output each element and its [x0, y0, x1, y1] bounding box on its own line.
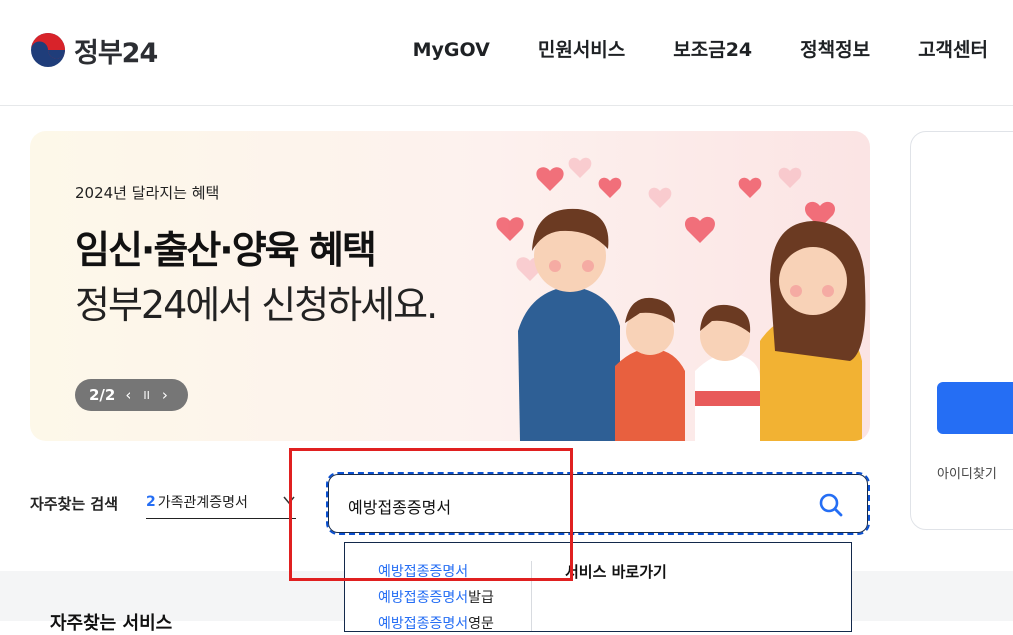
banner-pause-button[interactable]: II	[143, 389, 150, 402]
frequent-search-label: 자주찾는 검색	[30, 495, 119, 513]
frequent-search-select[interactable]: 2 가족관계증명서	[146, 485, 296, 519]
nav-item-customer-center[interactable]: 고객센터	[918, 38, 988, 62]
suggestion-rest: 발급	[468, 590, 494, 606]
chevron-down-icon	[283, 496, 295, 505]
nav-item-mygov[interactable]: MyGOV	[413, 38, 490, 62]
search-box	[326, 472, 870, 535]
frequent-search-rank: 2	[146, 493, 156, 510]
suggestion-match: 예방접종증명서	[378, 564, 469, 580]
banner-description: 정부24에서 신청하세요.	[75, 283, 438, 327]
nav-item-policy-info[interactable]: 정책정보	[800, 38, 870, 62]
nav-item-civil-service[interactable]: 민원서비스	[538, 38, 625, 62]
nav-item-subsidy24[interactable]: 보조금24	[673, 38, 752, 62]
frequent-search-term: 가족관계증명서	[157, 494, 248, 511]
suggestion-match: 예방접종증명서	[378, 590, 469, 606]
suggestion-item[interactable]: 예방접종증명서	[378, 561, 468, 581]
gov24-logo[interactable]: 정부24	[30, 30, 158, 70]
family-illustration	[496, 157, 866, 441]
suggestion-rest: 영문	[468, 616, 494, 632]
banner-pager: 2/2	[89, 386, 116, 404]
banner-next-button[interactable]: ›	[162, 386, 168, 404]
find-id-link[interactable]: 아이디찾기	[937, 463, 997, 482]
suggestion-match: 예방접종증명서	[378, 616, 469, 632]
service-shortcut-title: 서비스 바로가기	[565, 563, 667, 581]
autocomplete-dropdown: 예방접종증명서 예방접종증명서발급 예방접종증명서영문 서비스 바로가기	[344, 542, 852, 632]
taegeuk-logo-icon	[31, 33, 65, 67]
frequent-services-title: 자주찾는 서비스	[50, 613, 173, 634]
search-icon[interactable]	[816, 490, 846, 520]
banner-title: 임신·출산·양육 혜택	[75, 228, 377, 272]
banner-controls: 2/2 ‹ II ›	[75, 379, 188, 411]
search-input[interactable]	[348, 494, 788, 518]
main-banner[interactable]: 2024년 달라지는 혜택 임신·출산·양육 혜택 정부24에서 신청하세요. …	[30, 131, 870, 441]
login-button[interactable]	[937, 382, 1013, 434]
banner-subtitle: 2024년 달라지는 혜택	[75, 184, 220, 202]
site-header: 정부24 MyGOV 민원서비스 보조금24 정책정보 고객센터	[0, 0, 1013, 106]
login-card: 아이디찾기	[910, 131, 1013, 530]
logo-text: 정부24	[74, 37, 158, 69]
banner-prev-button[interactable]: ‹	[125, 386, 131, 404]
main-nav: MyGOV 민원서비스 보조금24 정책정보 고객센터	[365, 38, 988, 62]
suggestion-item[interactable]: 예방접종증명서영문	[378, 613, 494, 633]
suggestion-item[interactable]: 예방접종증명서발급	[378, 587, 494, 607]
